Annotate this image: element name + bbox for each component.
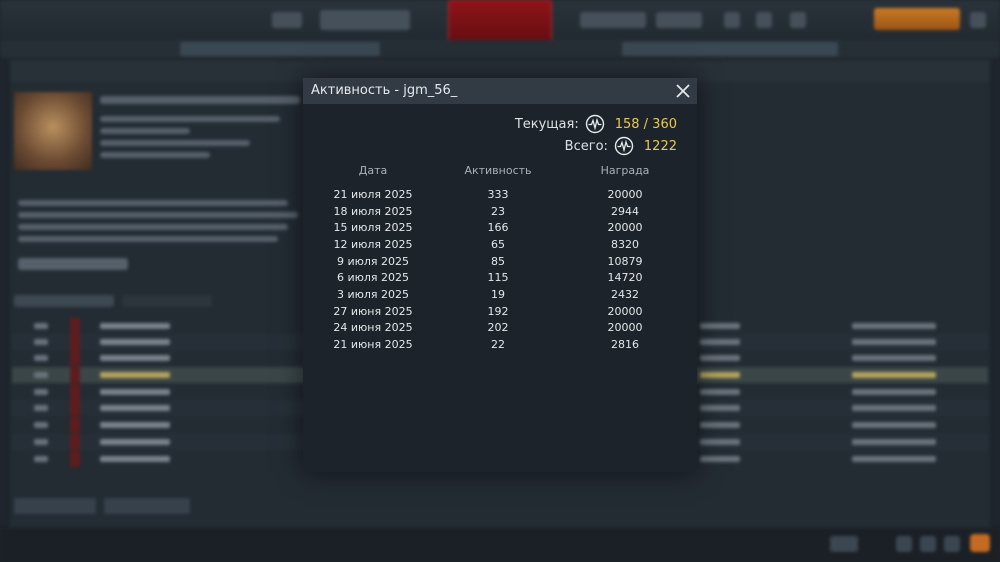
- top-nav-icon: [790, 12, 806, 28]
- table-row: 24 июня 2025 202 20000: [319, 320, 681, 337]
- cell-activity: 333: [487, 187, 509, 201]
- top-nav-icon: [724, 12, 740, 28]
- table-row: 27 июня 2025 192 20000: [319, 303, 681, 320]
- cell-date: 6 июля 2025: [336, 271, 410, 285]
- background-button: [14, 498, 96, 514]
- background-button: [104, 498, 190, 514]
- cell-date: 15 июля 2025: [333, 221, 413, 235]
- cell-reward: 20000: [607, 221, 643, 235]
- cell-reward: 2432: [611, 287, 639, 301]
- activity-wave-icon: [614, 136, 634, 156]
- cell-date: 12 июля 2025: [333, 237, 413, 251]
- cell-activity: 192: [487, 304, 509, 318]
- column-header-activity: Активность: [464, 164, 532, 177]
- activity-dialog: Активность - jgm_56_ Текущая: 158 / 360 …: [303, 78, 697, 472]
- cell-activity: 202: [487, 321, 509, 335]
- bottom-bar-icon: [920, 536, 936, 552]
- tab-applications: [122, 295, 212, 307]
- cell-reward: 10879: [607, 254, 643, 268]
- cell-activity: 19: [491, 287, 505, 301]
- table-row: 12 июля 2025 65 8320: [319, 236, 681, 253]
- top-nav-item: [656, 12, 702, 28]
- cell-date: 3 июля 2025: [336, 287, 410, 301]
- cell-date: 27 июня 2025: [333, 304, 413, 318]
- dialog-title: Активность - jgm_56_: [311, 83, 458, 98]
- bottom-bar-icon: [896, 536, 912, 552]
- table-row: 3 июля 2025 19 2432: [319, 286, 681, 303]
- total-value: 1222: [643, 138, 677, 154]
- cell-activity: 115: [487, 271, 509, 285]
- cell-reward: 8320: [611, 237, 639, 251]
- column-header-reward: Награда: [600, 164, 650, 177]
- table-row: 6 июля 2025 115 14720: [319, 269, 681, 286]
- table-row: 18 июля 2025 23 2944: [319, 203, 681, 220]
- column-header-date: Дата: [358, 164, 388, 177]
- cell-reward: 20000: [607, 187, 643, 201]
- description-line: [18, 200, 288, 206]
- table-row: 21 июня 2025 22 2816: [319, 336, 681, 353]
- squadron-avatar: [14, 92, 92, 170]
- bottom-bar-icon: [970, 534, 990, 552]
- total-label: Всего:: [564, 138, 608, 154]
- bottom-bar-icon: [944, 536, 960, 552]
- tab-members: [14, 295, 114, 307]
- top-nav-item: [580, 12, 646, 28]
- table-header-row: Дата Активность Награда: [319, 164, 681, 186]
- dialog-header: Активность - jgm_56_: [303, 78, 697, 104]
- premium-button: [874, 8, 960, 30]
- total-activity: Всего: 1222: [565, 135, 677, 157]
- cell-reward: 20000: [607, 304, 643, 318]
- cell-activity: 22: [491, 338, 505, 352]
- cell-date: 9 июля 2025: [336, 254, 410, 268]
- table-row: 9 июля 2025 85 10879: [319, 253, 681, 270]
- table-row: 15 июля 2025 166 20000: [319, 219, 681, 236]
- current-activity: Текущая: 158 / 360: [515, 113, 677, 135]
- top-nav-item: [272, 12, 302, 28]
- cell-activity: 23: [491, 204, 505, 218]
- menu-icon: [970, 12, 986, 28]
- cell-date: 21 июня 2025: [333, 338, 413, 352]
- rating-line: [18, 258, 128, 270]
- sub-nav-item: [180, 42, 380, 56]
- info-line: [100, 152, 210, 158]
- current-label: Текущая:: [514, 116, 579, 132]
- info-line: [100, 140, 250, 146]
- squadron-name-line: [100, 96, 300, 104]
- top-nav-icon: [756, 12, 772, 28]
- current-value: 158 / 360: [614, 116, 677, 132]
- sub-navigation-bar: [0, 40, 1000, 58]
- info-line: [100, 116, 280, 122]
- cell-activity: 85: [491, 254, 505, 268]
- description-line: [18, 236, 278, 242]
- activity-wave-icon: [585, 114, 604, 134]
- cell-reward: 20000: [607, 321, 643, 335]
- info-line: [100, 128, 190, 134]
- sub-nav-item: [622, 42, 838, 56]
- table-row: 21 июля 2025 333 20000: [319, 186, 681, 203]
- cell-reward: 2944: [611, 204, 639, 218]
- cell-reward: 2816: [611, 338, 639, 352]
- close-icon[interactable]: [673, 81, 693, 101]
- top-nav-item: [320, 10, 410, 30]
- cell-reward: 14720: [607, 271, 643, 285]
- cell-date: 24 июня 2025: [333, 321, 413, 335]
- bottom-bar-item: [830, 536, 858, 552]
- description-line: [18, 224, 288, 230]
- description-line: [18, 212, 298, 218]
- cell-date: 21 июля 2025: [333, 187, 413, 201]
- cell-activity: 65: [491, 237, 505, 251]
- cell-activity: 166: [487, 221, 509, 235]
- cell-date: 18 июля 2025: [333, 204, 413, 218]
- activity-table: Дата Активность Награда 21 июля 2025 333…: [319, 164, 681, 353]
